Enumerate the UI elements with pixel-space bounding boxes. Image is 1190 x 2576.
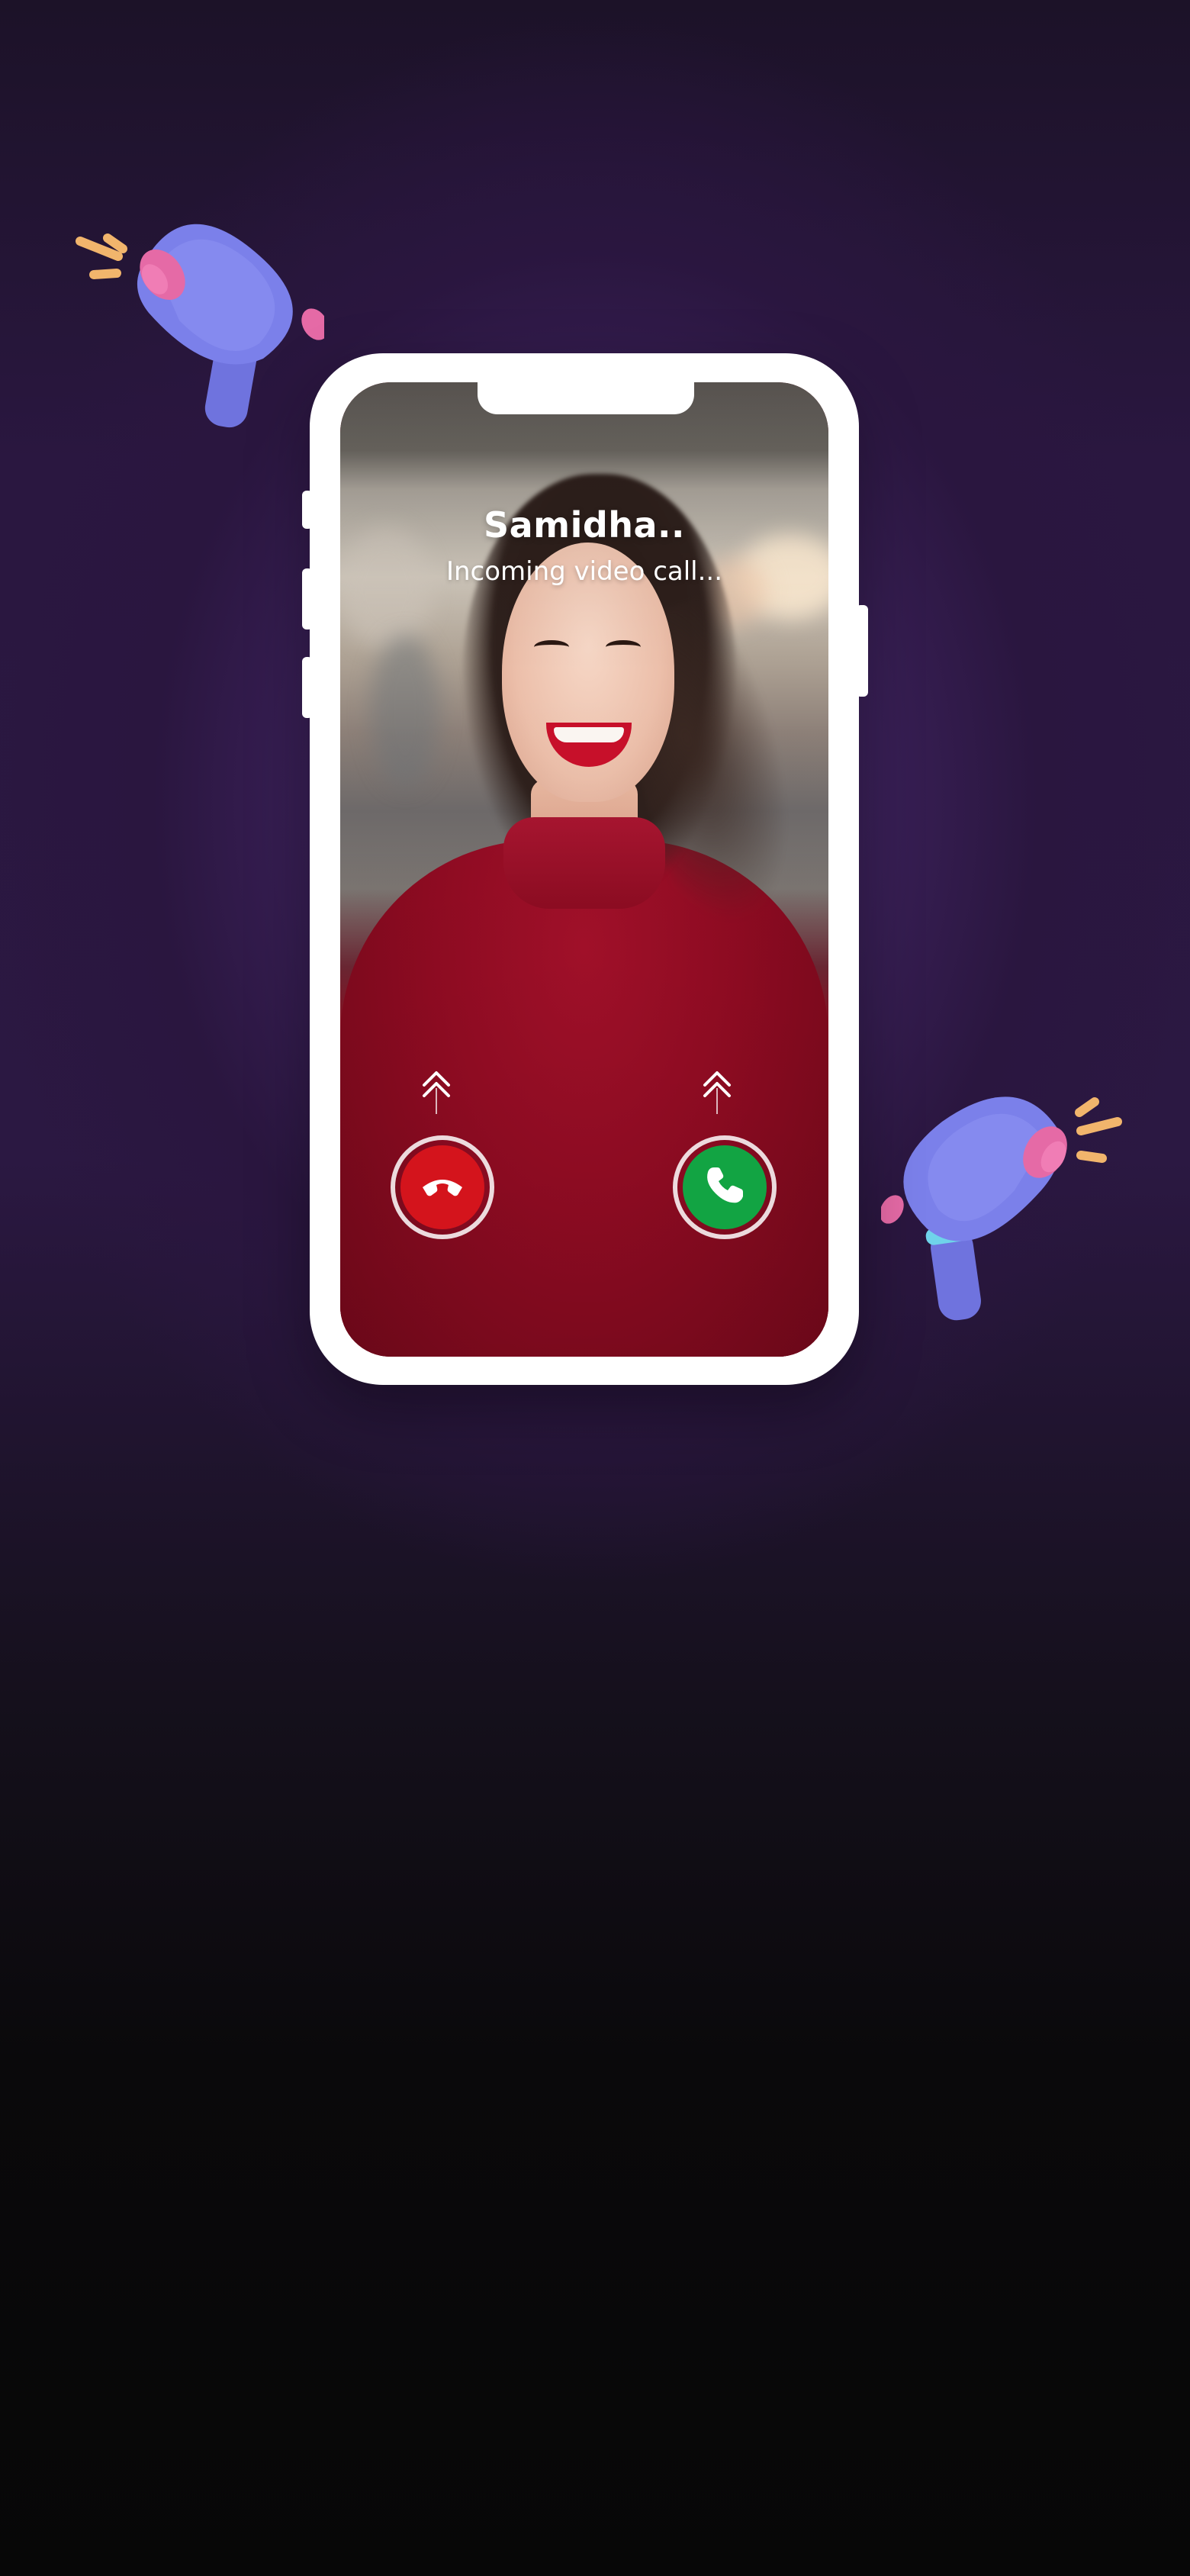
phone-silent-switch	[302, 491, 313, 529]
phone-hangup-icon	[418, 1161, 467, 1213]
incoming-call-screen: Samidha.. Incoming video call...	[340, 382, 828, 1357]
decline-call-button[interactable]	[391, 1135, 494, 1239]
phone-notch	[478, 382, 694, 414]
phone-power-button	[856, 605, 868, 697]
phone-volume-up-button	[302, 568, 313, 630]
phone-icon	[700, 1161, 749, 1213]
caller-name: Samidha..	[483, 504, 686, 546]
phone-volume-down-button	[302, 657, 313, 718]
megaphone-left-icon	[72, 191, 329, 443]
accept-call-button[interactable]	[673, 1135, 777, 1239]
megaphone-right-icon	[880, 1076, 1133, 1328]
phone-mockup: Samidha.. Incoming video call...	[302, 353, 868, 1385]
call-status-text: Incoming video call...	[445, 556, 723, 587]
swipe-up-accept-icon	[694, 1065, 740, 1119]
swipe-up-decline-icon	[413, 1065, 459, 1119]
